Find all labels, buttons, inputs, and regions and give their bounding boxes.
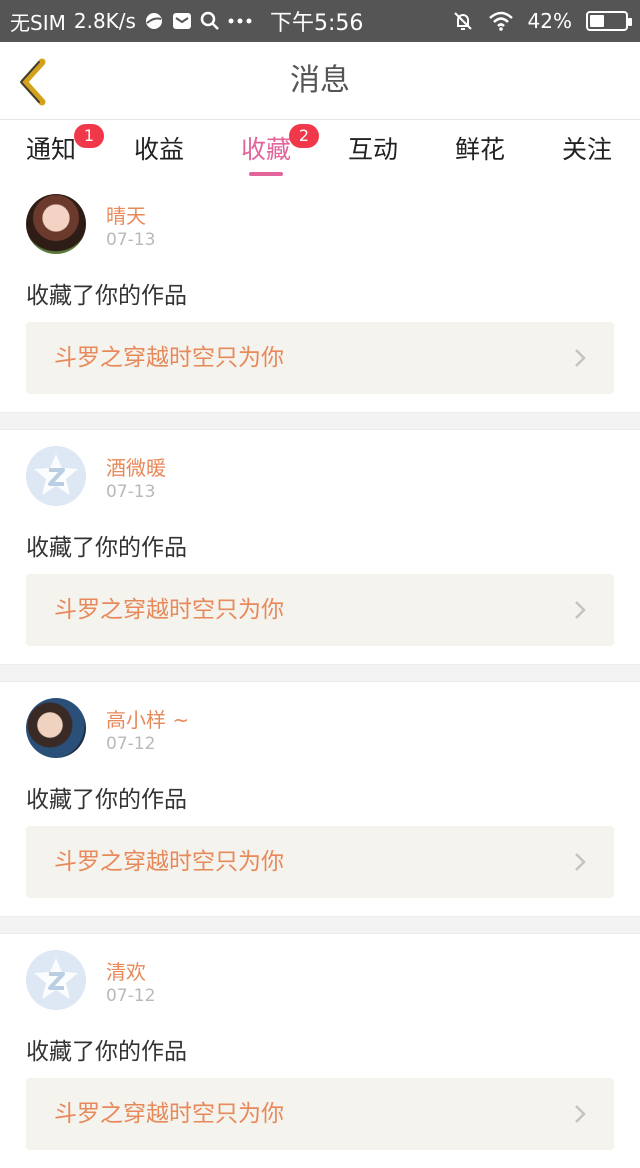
message-text: 收藏了你的作品 bbox=[26, 283, 187, 309]
avatar[interactable] bbox=[26, 950, 86, 1010]
chevron-right-icon bbox=[575, 853, 586, 871]
chevron-right-icon bbox=[575, 349, 586, 367]
battery-percent: 42% bbox=[527, 9, 572, 33]
tab-bar: 通知 1 收益 收藏 2 互动 鲜花 关注 bbox=[0, 120, 640, 178]
message-list[interactable]: 晴天 07-13 收藏了你的作品 斗罗之穿越时空只为你 酒微暖 07-13 收藏… bbox=[0, 178, 640, 1168]
message-text: 收藏了你的作品 bbox=[26, 535, 187, 561]
message-date: 07-13 bbox=[106, 230, 156, 250]
message-text: 收藏了你的作品 bbox=[26, 787, 187, 813]
user-name[interactable]: 清欢 bbox=[106, 956, 146, 985]
unread-badge: 2 bbox=[289, 124, 320, 148]
work-title: 斗罗之穿越时空只为你 bbox=[54, 345, 284, 371]
header: 消息 bbox=[0, 42, 640, 120]
tab-flowers[interactable]: 鲜花 bbox=[455, 130, 505, 174]
network-speed: 2.8K/s bbox=[73, 9, 136, 33]
avatar[interactable] bbox=[26, 194, 86, 254]
default-avatar-icon bbox=[34, 454, 78, 495]
avatar[interactable] bbox=[26, 698, 86, 758]
tab-label: 通知 bbox=[26, 135, 77, 164]
list-item: 酒微暖 07-13 收藏了你的作品 斗罗之穿越时空只为你 bbox=[0, 430, 640, 664]
tab-label: 鲜花 bbox=[455, 135, 506, 164]
carrier-label: 无SIM bbox=[10, 10, 66, 35]
battery-icon bbox=[586, 11, 632, 31]
message-date: 07-12 bbox=[106, 986, 156, 1006]
search-icon bbox=[200, 11, 220, 31]
tab-label: 收益 bbox=[134, 135, 185, 164]
list-item: 高小样 ~ 07-12 收藏了你的作品 斗罗之穿越时空只为你 bbox=[0, 682, 640, 916]
tab-following[interactable]: 关注 bbox=[562, 130, 612, 174]
alarm-off-icon bbox=[452, 10, 474, 32]
chevron-right-icon bbox=[575, 1105, 586, 1123]
work-title: 斗罗之穿越时空只为你 bbox=[54, 849, 284, 875]
list-item: 晴天 07-13 收藏了你的作品 斗罗之穿越时空只为你 bbox=[0, 178, 640, 412]
divider bbox=[0, 412, 640, 430]
chevron-right-icon bbox=[575, 601, 586, 619]
avatar[interactable] bbox=[26, 446, 86, 506]
message-date: 07-13 bbox=[106, 482, 156, 502]
clock: 下午5:56 bbox=[270, 11, 364, 36]
browser-icon bbox=[144, 11, 164, 31]
user-name[interactable]: 高小样 ~ bbox=[106, 704, 189, 733]
work-title: 斗罗之穿越时空只为你 bbox=[54, 597, 284, 623]
page-title: 消息 bbox=[290, 63, 350, 98]
message-text: 收藏了你的作品 bbox=[26, 1039, 187, 1065]
tab-favorites[interactable]: 收藏 2 bbox=[241, 124, 320, 174]
tab-label: 互动 bbox=[348, 135, 399, 164]
message-date: 07-12 bbox=[106, 734, 156, 754]
divider bbox=[0, 664, 640, 682]
tab-label: 收藏 bbox=[241, 135, 292, 164]
active-tab-indicator bbox=[249, 172, 283, 176]
tab-notifications[interactable]: 通知 1 bbox=[26, 124, 105, 174]
work-link[interactable]: 斗罗之穿越时空只为你 bbox=[26, 322, 614, 394]
work-link[interactable]: 斗罗之穿越时空只为你 bbox=[26, 826, 614, 898]
work-link[interactable]: 斗罗之穿越时空只为你 bbox=[26, 574, 614, 646]
user-name[interactable]: 酒微暖 bbox=[106, 452, 166, 481]
mail-icon bbox=[172, 12, 192, 30]
tab-label: 关注 bbox=[562, 135, 613, 164]
list-item: 清欢 07-12 收藏了你的作品 斗罗之穿越时空只为你 bbox=[0, 934, 640, 1168]
unread-badge: 1 bbox=[74, 124, 105, 148]
tab-earnings[interactable]: 收益 bbox=[134, 130, 184, 174]
work-title: 斗罗之穿越时空只为你 bbox=[54, 1101, 284, 1127]
more-icon bbox=[228, 17, 252, 25]
divider bbox=[0, 916, 640, 934]
default-avatar-icon bbox=[34, 958, 78, 999]
status-bar: 无SIM 2.8K/s 下午5:56 42% bbox=[0, 0, 640, 42]
work-link[interactable]: 斗罗之穿越时空只为你 bbox=[26, 1078, 614, 1150]
user-name[interactable]: 晴天 bbox=[106, 200, 146, 229]
wifi-icon bbox=[488, 11, 514, 31]
tab-interactions[interactable]: 互动 bbox=[348, 130, 398, 174]
